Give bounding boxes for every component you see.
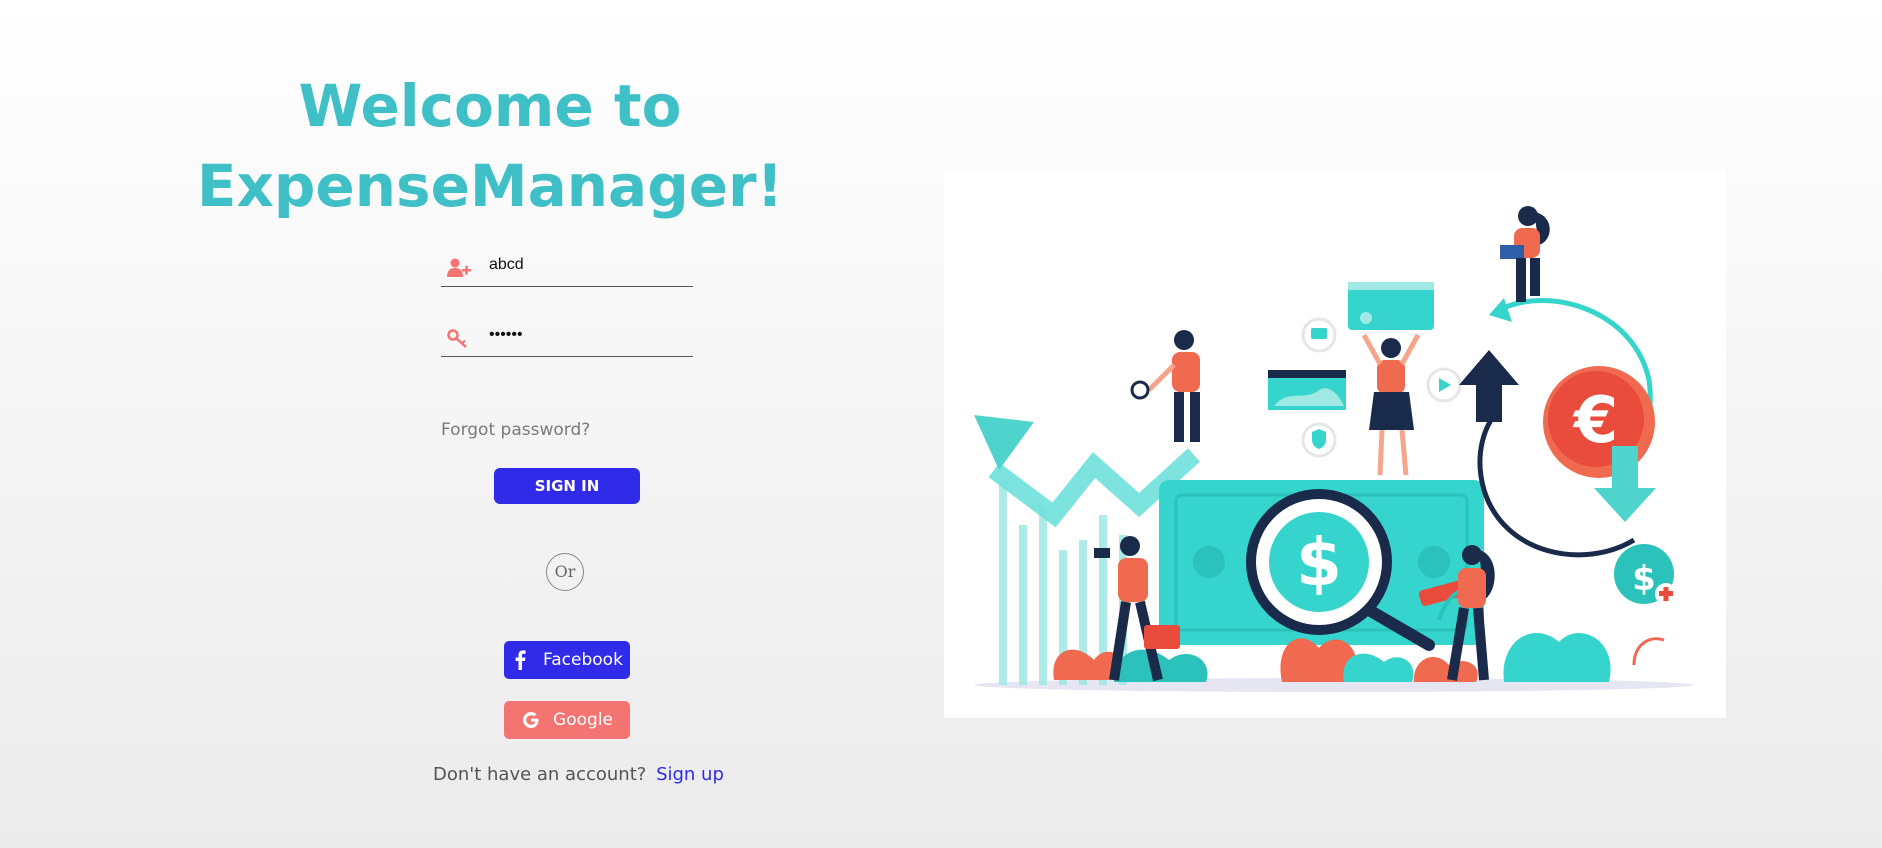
password-field <box>441 316 693 357</box>
title-line-1: Welcome to <box>298 72 682 140</box>
person-magnifier-graphic <box>1130 330 1200 442</box>
no-account-text: Don't have an account? <box>433 764 647 785</box>
person-laptop-graphic <box>1500 206 1550 302</box>
google-label: Google <box>553 710 613 730</box>
finance-illustration: $ € $ <box>944 170 1726 718</box>
facebook-login-button[interactable]: Facebook <box>504 641 630 679</box>
title-line-2: ExpenseManager! <box>196 152 784 220</box>
svg-text:€: € <box>1572 384 1619 458</box>
euro-coin-graphic: € <box>1459 298 1656 558</box>
page-title: Welcome to ExpenseManager! <box>190 66 790 226</box>
signup-prompt: Don't have an account? Sign up <box>433 764 724 785</box>
facebook-icon <box>511 650 531 670</box>
login-panel: Welcome to ExpenseManager! Forgot passwo… <box>0 0 980 848</box>
username-input[interactable] <box>489 254 684 276</box>
user-plus-icon <box>447 258 471 278</box>
svg-text:$: $ <box>1296 524 1342 601</box>
facebook-label: Facebook <box>543 650 623 670</box>
username-field <box>441 246 693 287</box>
svg-text:$: $ <box>1632 559 1656 599</box>
person-holding-card-graphic <box>1361 333 1421 476</box>
google-login-button[interactable]: Google <box>504 701 630 739</box>
dollar-coin-graphic: $ <box>1614 544 1677 605</box>
key-icon <box>447 328 471 348</box>
password-input[interactable] <box>489 324 684 346</box>
forgot-password-link[interactable]: Forgot password? <box>441 420 590 440</box>
google-icon <box>521 710 541 730</box>
sign-up-link[interactable]: Sign up <box>656 764 724 785</box>
sign-in-button[interactable]: SIGN IN <box>494 468 640 504</box>
or-divider: Or <box>546 553 584 591</box>
